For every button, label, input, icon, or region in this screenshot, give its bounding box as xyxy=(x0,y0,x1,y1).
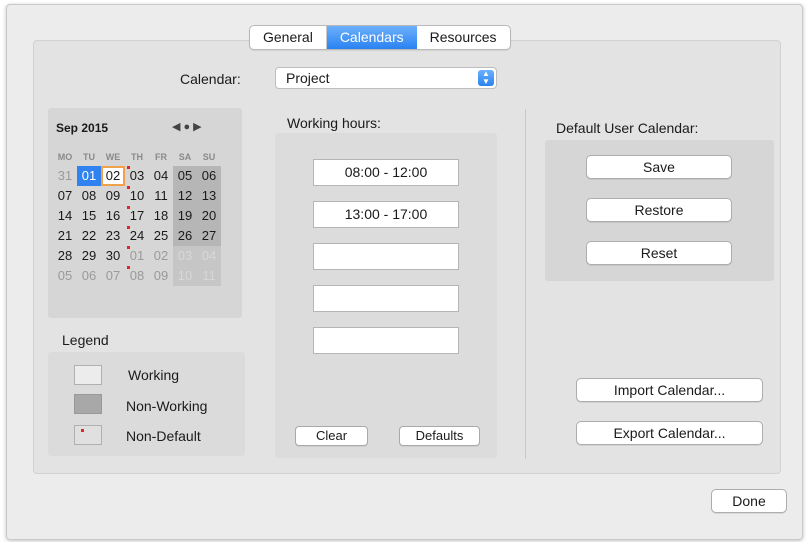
calendar-week-row: 07 08 09 10 11 12 13 xyxy=(53,186,221,206)
legend-non-working-label: Non-Working xyxy=(126,398,208,414)
calendar-day[interactable]: 21 xyxy=(53,226,77,246)
default-user-calendar-panel: Save Restore Reset xyxy=(545,140,774,281)
non-working-swatch xyxy=(74,394,102,414)
section-divider xyxy=(525,109,526,459)
calendar-day[interactable]: 20 xyxy=(197,206,221,226)
calendar-day[interactable]: 25 xyxy=(149,226,173,246)
calendar-day[interactable]: 07 xyxy=(101,266,125,286)
weekday-label: TU xyxy=(83,152,95,162)
calendar-day[interactable]: 29 xyxy=(77,246,101,266)
calendar-day[interactable]: 11 xyxy=(149,186,173,206)
month-label: Sep 2015 xyxy=(56,121,109,135)
calendar-day[interactable]: 19 xyxy=(173,206,197,226)
calendar-day[interactable]: 07 xyxy=(53,186,77,206)
calendar-day[interactable]: 28 xyxy=(53,246,77,266)
calendar-day[interactable]: 04 xyxy=(149,166,173,186)
weekday-header-row: MO TU WE TH FR SA SU xyxy=(53,148,221,166)
calendar-day[interactable]: 11 xyxy=(197,266,221,286)
calendar-day[interactable]: 23 xyxy=(101,226,125,246)
reset-button[interactable]: Reset xyxy=(586,241,732,265)
calendar-day[interactable]: 15 xyxy=(77,206,101,226)
calendar-day[interactable]: 10 xyxy=(173,266,197,286)
calendar-day[interactable]: 24 xyxy=(125,226,149,246)
calendar-day[interactable]: 13 xyxy=(197,186,221,206)
legend-working-label: Working xyxy=(128,367,180,383)
calendar-week-row: 21 22 23 24 25 26 27 xyxy=(53,226,221,246)
calendar-week-row: 14 15 16 17 18 19 20 xyxy=(53,206,221,226)
restore-button[interactable]: Restore xyxy=(586,198,732,222)
calendar-day[interactable]: 05 xyxy=(173,166,197,186)
tab-resources[interactable]: Resources xyxy=(417,26,510,49)
calendar-select-value: Project xyxy=(286,70,330,86)
calendar-day[interactable]: 05 xyxy=(53,266,77,286)
calendar-day[interactable]: 03 xyxy=(173,246,197,266)
working-hours-slot-4[interactable] xyxy=(313,285,459,312)
working-hours-slot-3[interactable] xyxy=(313,243,459,270)
calendar-day[interactable]: 17 xyxy=(125,206,149,226)
working-hours-slot-5[interactable] xyxy=(313,327,459,354)
mini-calendar: Sep 2015 ◀●▶ MO TU WE TH FR SA SU 31 01 02 03 04 05 0… xyxy=(48,108,242,318)
calendar-day[interactable]: 30 xyxy=(101,246,125,266)
calendar-day[interactable]: 04 xyxy=(197,246,221,266)
weekday-label: TH xyxy=(131,152,143,162)
calendar-select-label: Calendar: xyxy=(180,71,241,87)
tab-calendars[interactable]: Calendars xyxy=(326,26,417,49)
calendar-day[interactable]: 10 xyxy=(125,186,149,206)
import-calendar-button[interactable]: Import Calendar... xyxy=(576,378,763,402)
legend-panel: Working Non-Working Non-Default xyxy=(48,352,245,456)
calendar-day[interactable]: 09 xyxy=(101,186,125,206)
working-swatch xyxy=(74,365,102,385)
calendar-day[interactable]: 01 xyxy=(125,246,149,266)
calendar-day[interactable]: 22 xyxy=(77,226,101,246)
working-hours-slot-2[interactable]: 13:00 - 17:00 xyxy=(313,201,459,228)
calendar-day[interactable]: 14 xyxy=(53,206,77,226)
legend-non-default-label: Non-Default xyxy=(126,428,201,444)
calendar-week-row: 28 29 30 01 02 03 04 xyxy=(53,246,221,266)
calendar-day[interactable]: 02 xyxy=(149,246,173,266)
calendar-day[interactable]: 01 xyxy=(77,166,101,186)
calendar-day[interactable]: 03 xyxy=(125,166,149,186)
weekday-label: SA xyxy=(178,152,192,162)
export-calendar-button[interactable]: Export Calendar... xyxy=(576,421,763,445)
calendar-day[interactable]: 18 xyxy=(149,206,173,226)
calendar-day[interactable]: 02 xyxy=(101,166,125,186)
calendar-week-row: 05 06 07 08 09 10 11 xyxy=(53,266,221,286)
tab-bar: General Calendars Resources xyxy=(249,25,511,50)
weekday-label: FR xyxy=(155,152,167,162)
working-hours-title: Working hours: xyxy=(287,115,381,131)
calendar-day[interactable]: 06 xyxy=(197,166,221,186)
legend-title: Legend xyxy=(62,332,109,348)
non-default-swatch xyxy=(74,425,102,445)
calendar-day[interactable]: 06 xyxy=(77,266,101,286)
calendar-day[interactable]: 31 xyxy=(53,166,77,186)
today-dot-icon[interactable]: ● xyxy=(183,121,193,133)
tab-general[interactable]: General xyxy=(250,26,327,49)
working-hours-panel: 08:00 - 12:00 13:00 - 17:00 Clear Defaul… xyxy=(275,133,497,458)
month-navigation: ◀●▶ xyxy=(172,120,205,133)
calendar-week-row: 31 01 02 03 04 05 06 xyxy=(53,166,221,186)
weekday-label: WE xyxy=(105,152,121,162)
calendar-day[interactable]: 08 xyxy=(125,266,149,286)
clear-button[interactable]: Clear xyxy=(295,426,368,446)
up-down-chevron-icon: ▲ ▼ xyxy=(478,70,494,86)
weekday-label: MO xyxy=(57,152,73,162)
calendar-day[interactable]: 16 xyxy=(101,206,125,226)
calendar-grid: MO TU WE TH FR SA SU 31 01 02 03 04 05 06 07 08 09 10 11 12… xyxy=(53,148,221,286)
calendar-day[interactable]: 12 xyxy=(173,186,197,206)
calendar-day[interactable]: 09 xyxy=(149,266,173,286)
done-button[interactable]: Done xyxy=(711,489,787,513)
weekday-label: SU xyxy=(202,152,216,162)
working-hours-slot-1[interactable]: 08:00 - 12:00 xyxy=(313,159,459,186)
calendar-day[interactable]: 26 xyxy=(173,226,197,246)
defaults-button[interactable]: Defaults xyxy=(399,426,480,446)
calendar-select[interactable]: Project ▲ ▼ xyxy=(275,67,497,89)
next-month-icon[interactable]: ▶ xyxy=(193,121,204,133)
default-user-calendar-title: Default User Calendar: xyxy=(556,120,699,136)
save-button[interactable]: Save xyxy=(586,155,732,179)
prev-month-icon[interactable]: ◀ xyxy=(172,121,183,133)
calendar-day[interactable]: 08 xyxy=(77,186,101,206)
calendar-day[interactable]: 27 xyxy=(197,226,221,246)
